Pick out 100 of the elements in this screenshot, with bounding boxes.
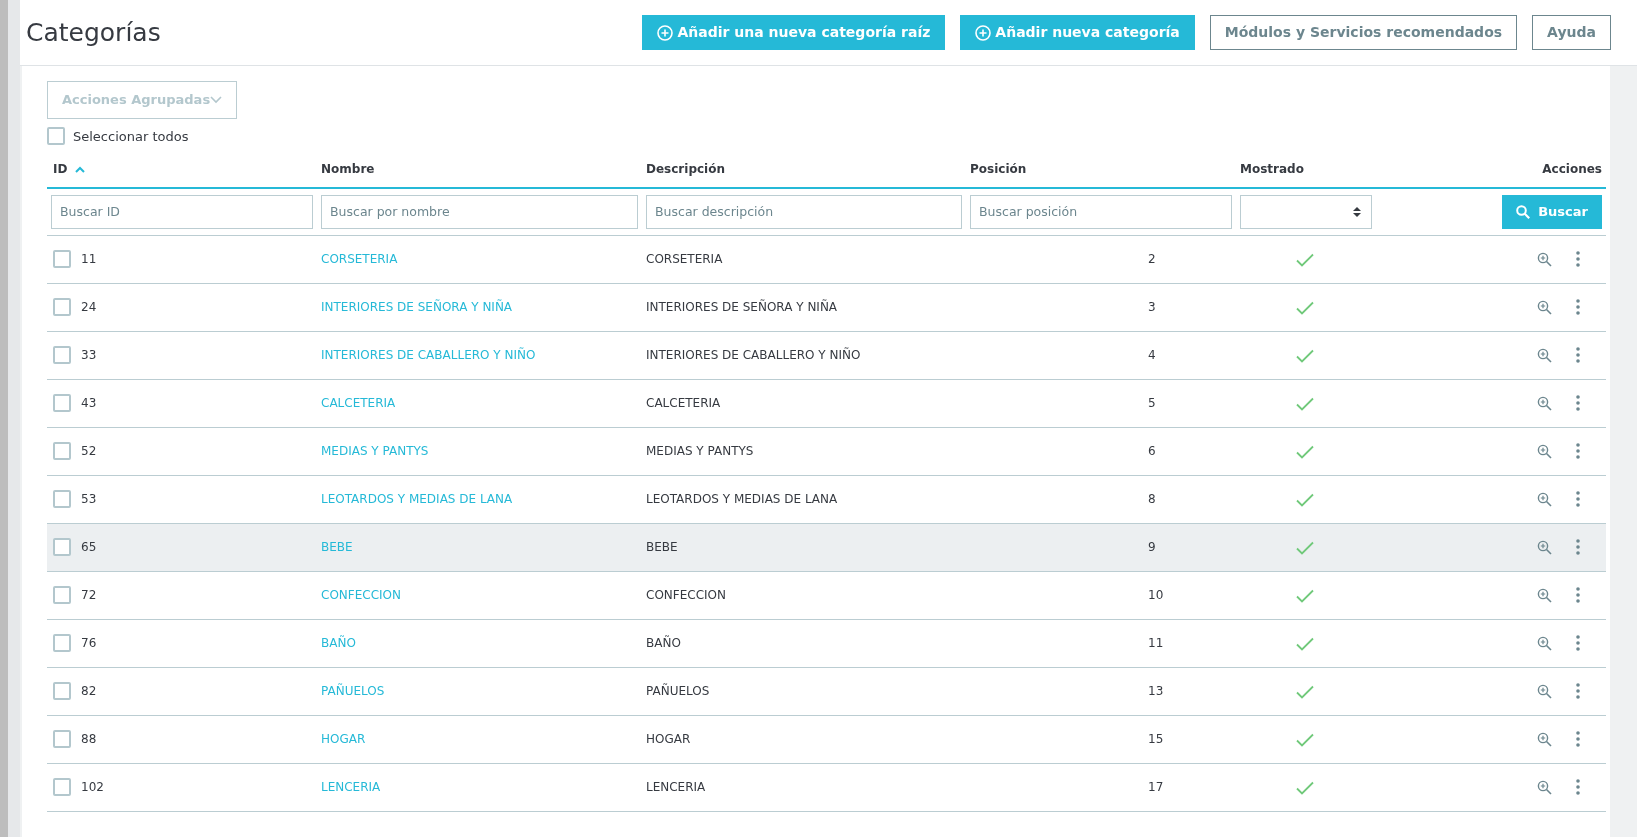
column-header[interactable]: Posición xyxy=(970,160,1027,178)
position-cell: 13 xyxy=(1148,684,1164,698)
id-cell-text: 72 xyxy=(81,587,97,604)
column-header[interactable]: Nombre xyxy=(321,160,375,178)
description-cell: LEOTARDOS Y MEDIAS DE LANA xyxy=(646,492,838,506)
id-cell-text: 65 xyxy=(81,539,97,556)
position-cell: 10 xyxy=(1148,588,1164,602)
more-options-icon[interactable] xyxy=(1576,539,1580,555)
row-checkbox[interactable] xyxy=(53,586,71,604)
description-cell: BAÑO xyxy=(646,636,681,650)
more-options-icon[interactable] xyxy=(1576,635,1580,651)
description-cell: CORSETERIA xyxy=(646,252,723,266)
zoom-in-icon[interactable] xyxy=(1537,299,1552,315)
table-row[interactable]: 76 BAÑO BAÑO 11 xyxy=(47,619,1606,667)
table-row[interactable]: 82 PAÑUELOS PAÑUELOS 13 xyxy=(47,667,1606,715)
table-row[interactable]: 102 LENCERIA LENCERIA 17 xyxy=(47,763,1606,811)
row-checkbox[interactable] xyxy=(53,346,71,364)
table-row[interactable]: 88 HOGAR HOGAR 15 xyxy=(47,715,1606,763)
chevron-down-icon xyxy=(210,95,223,104)
id-cell-text: 24 xyxy=(81,299,97,316)
zoom-in-icon[interactable] xyxy=(1537,395,1552,411)
more-options-icon[interactable] xyxy=(1576,587,1580,603)
more-options-icon[interactable] xyxy=(1576,683,1580,699)
search-field[interactable]: Buscar descripción xyxy=(646,194,962,229)
sort-arrows-icon xyxy=(1353,205,1361,218)
id-cell-text: 53 xyxy=(81,491,97,508)
select-all-label: Seleccionar todos xyxy=(73,127,189,146)
description-cell: MEDIAS Y PANTYS xyxy=(646,444,754,458)
zoom-in-icon[interactable] xyxy=(1537,731,1552,747)
table-row[interactable]: 52 MEDIAS Y PANTYS MEDIAS Y PANTYS 6 xyxy=(47,427,1606,475)
checkbox[interactable] xyxy=(47,127,65,146)
position-cell: 11 xyxy=(1148,636,1164,650)
zoom-in-icon[interactable] xyxy=(1537,539,1552,555)
description-cell: CONFECCION xyxy=(646,588,726,602)
position-cell: 9 xyxy=(1148,540,1156,554)
id-cell-text: 76 xyxy=(81,635,97,652)
more-options-icon[interactable] xyxy=(1576,779,1580,795)
description-cell: PAÑUELOS xyxy=(646,684,710,698)
plus-circle-icon xyxy=(975,24,992,41)
zoom-in-icon[interactable] xyxy=(1537,779,1552,795)
row-checkbox[interactable] xyxy=(53,634,71,652)
plus-circle-icon xyxy=(657,24,674,41)
position-cell: 4 xyxy=(1148,348,1156,362)
description-cell: INTERIORES DE CABALLERO Y NIÑO xyxy=(646,348,861,362)
position-cell: 6 xyxy=(1148,444,1156,458)
zoom-in-icon[interactable] xyxy=(1537,347,1552,363)
row-checkbox[interactable] xyxy=(53,682,71,700)
zoom-in-icon[interactable] xyxy=(1537,491,1552,507)
table-row[interactable]: 11 CORSETERIA CORSETERIA 2 xyxy=(47,235,1606,283)
table-row[interactable]: 33 INTERIORES DE CABALLERO Y NIÑO INTERIORES DE CABALLERO Y NIÑO 4 xyxy=(47,331,1606,379)
id-cell-text: 88 xyxy=(81,731,97,748)
more-options-icon[interactable] xyxy=(1576,347,1580,363)
search-field[interactable]: Buscar ID xyxy=(51,194,313,229)
search-field[interactable]: Buscar por nombre xyxy=(321,194,638,229)
column-header[interactable]: Descripción xyxy=(646,160,725,178)
column-header[interactable]: Mostrado xyxy=(1240,160,1304,178)
more-options-icon[interactable] xyxy=(1576,443,1580,459)
page-title: Categorías xyxy=(26,17,161,48)
column-header[interactable]: Acciones xyxy=(1542,160,1602,178)
id-cell-text: 102 xyxy=(81,779,104,796)
row-checkbox[interactable] xyxy=(53,490,71,508)
zoom-in-icon[interactable] xyxy=(1537,635,1552,651)
zoom-in-icon[interactable] xyxy=(1537,683,1552,699)
more-options-icon[interactable] xyxy=(1576,299,1580,315)
zoom-in-icon[interactable] xyxy=(1537,443,1552,459)
row-checkbox[interactable] xyxy=(53,538,71,556)
position-cell: 8 xyxy=(1148,492,1156,506)
description-cell: CALCETERIA xyxy=(646,396,721,410)
position-cell: 15 xyxy=(1148,732,1164,746)
search-field[interactable]: Buscar posición xyxy=(970,194,1232,229)
zoom-in-icon[interactable] xyxy=(1537,587,1552,603)
toolbar-button[interactable]: Ayuda xyxy=(1532,15,1611,50)
sort-ascending-icon xyxy=(75,165,86,173)
position-cell: 3 xyxy=(1148,300,1156,314)
table-row[interactable]: 24 INTERIORES DE SEÑORA Y NIÑA INTERIORES DE SEÑORA Y NIÑA 3 xyxy=(47,283,1606,331)
scrollbar[interactable] xyxy=(0,0,8,837)
row-checkbox[interactable] xyxy=(53,298,71,316)
more-options-icon[interactable] xyxy=(1576,491,1580,507)
more-options-icon[interactable] xyxy=(1576,251,1580,267)
row-checkbox[interactable] xyxy=(53,442,71,460)
id-cell-text: 11 xyxy=(81,251,97,268)
more-options-icon[interactable] xyxy=(1576,731,1580,747)
description-cell: INTERIORES DE SEÑORA Y NIÑA xyxy=(646,300,838,314)
row-checkbox[interactable] xyxy=(53,730,71,748)
id-cell-text: 33 xyxy=(81,347,97,364)
table-row[interactable]: 72 CONFECCION CONFECCION 10 xyxy=(47,571,1606,619)
id-cell-text: 43 xyxy=(81,395,97,412)
search-icon xyxy=(1516,204,1531,219)
column-header[interactable]: ID xyxy=(53,160,68,178)
table-row[interactable]: 65 BEBE BEBE 9 xyxy=(47,523,1606,571)
id-cell-text: 52 xyxy=(81,443,97,460)
more-options-icon[interactable] xyxy=(1576,395,1580,411)
row-checkbox[interactable] xyxy=(53,778,71,796)
table-row[interactable]: 43 CALCETERIA CALCETERIA 5 xyxy=(47,379,1606,427)
description-cell: HOGAR xyxy=(646,732,691,746)
toolbar-button[interactable]: Módulos y Servicios recomendados xyxy=(1209,15,1518,50)
row-checkbox[interactable] xyxy=(53,394,71,412)
row-checkbox[interactable] xyxy=(53,250,71,268)
zoom-in-icon[interactable] xyxy=(1537,251,1552,267)
table-row[interactable]: 53 LEOTARDOS Y MEDIAS DE LANA LEOTARDOS Y MEDIAS DE LANA 8 xyxy=(47,475,1606,523)
